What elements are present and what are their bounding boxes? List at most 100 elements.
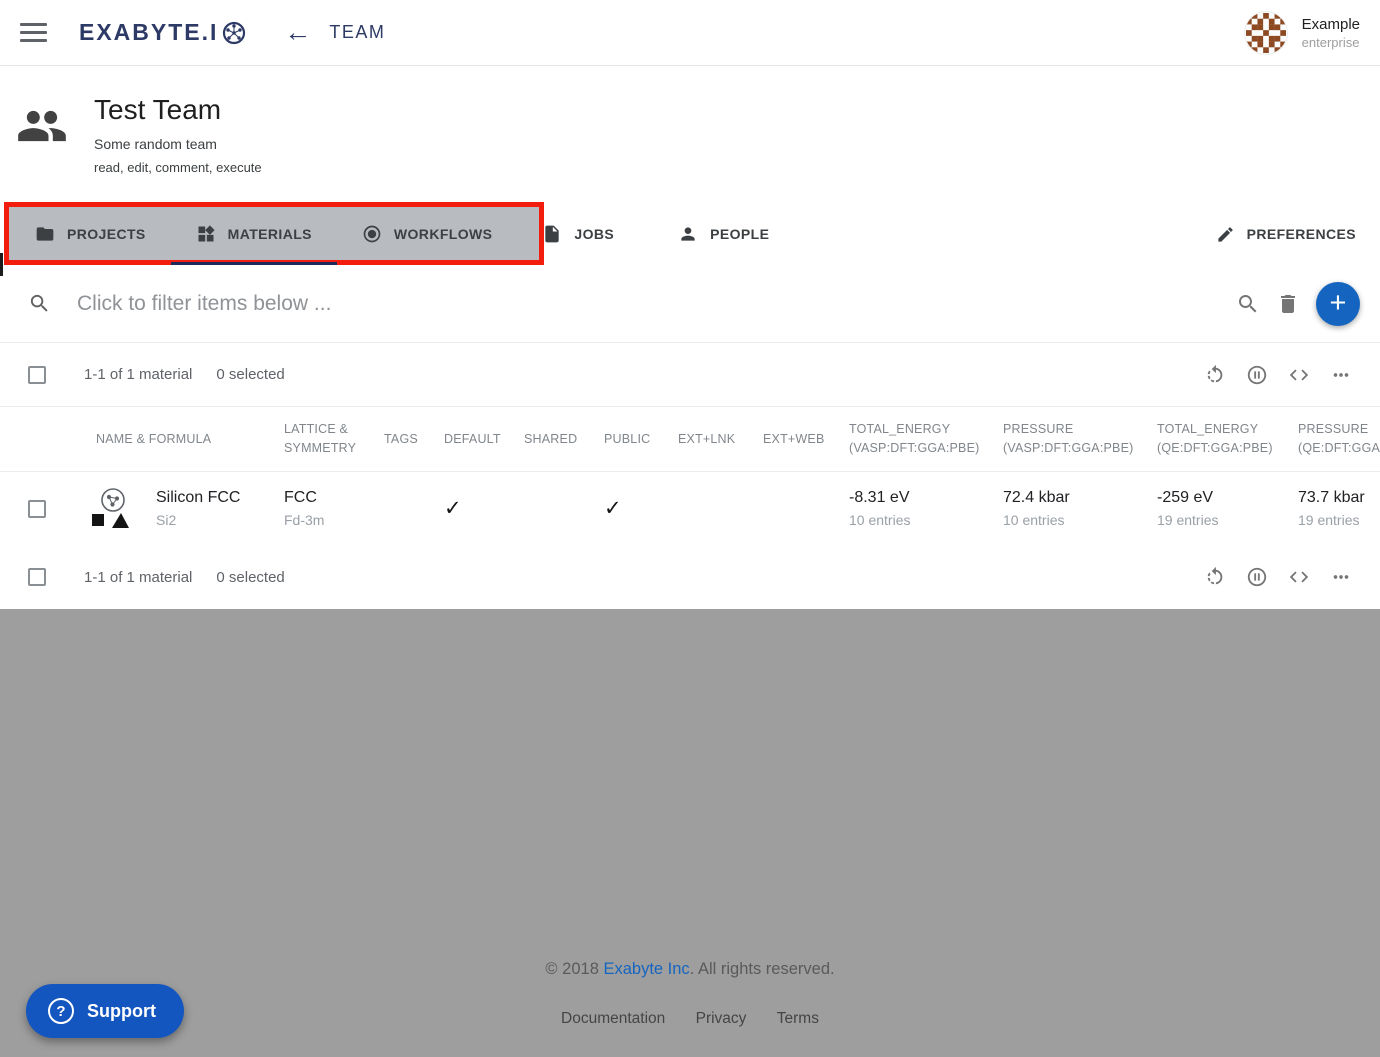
target-circle-icon <box>362 224 382 244</box>
account-name: Example <box>1302 16 1360 33</box>
value-text: 73.7 kbar <box>1298 489 1380 507</box>
team-permissions: read, edit, comment, execute <box>94 160 262 175</box>
footer-link-terms[interactable]: Terms <box>777 1010 819 1027</box>
footer-link-privacy[interactable]: Privacy <box>696 1010 747 1027</box>
tab-label: JOBS <box>574 226 614 242</box>
col-header-total-energy-vasp[interactable]: TOTAL_ENERGY (VASP:DFT:GGA:PBE) <box>833 420 987 458</box>
copyright-prefix: © 2018 <box>545 960 603 978</box>
footer-link-documentation[interactable]: Documentation <box>561 1010 665 1027</box>
folder-icon <box>35 224 55 244</box>
filter-input[interactable] <box>77 292 1236 316</box>
material-thumbnail-icon <box>88 487 132 531</box>
team-header: Test Team Some random team read, edit, c… <box>0 66 1380 203</box>
col-header-extweb[interactable]: EXT+WEB <box>747 430 833 449</box>
tab-people[interactable]: PEOPLE <box>653 203 794 265</box>
preferences-button[interactable]: PREFERENCES <box>1216 203 1356 265</box>
team-group-icon <box>16 100 68 203</box>
material-formula: Si2 <box>156 512 240 528</box>
more-options-icon[interactable] <box>1330 364 1352 386</box>
value-text: -8.31 eV <box>849 489 987 507</box>
entries-text: 10 entries <box>849 512 987 528</box>
select-all-checkbox[interactable] <box>28 568 46 586</box>
preferences-label: PREFERENCES <box>1247 226 1356 242</box>
pause-circle-icon[interactable] <box>1246 364 1268 386</box>
cell-pressure-qe: 73.7 kbar 19 entries <box>1282 489 1380 528</box>
material-symmetry: Fd-3m <box>284 512 368 528</box>
item-count: 1-1 of 1 material <box>84 366 192 383</box>
col-header-total-energy-qe[interactable]: TOTAL_ENERGY (QE:DFT:GGA:PBE) <box>1141 420 1282 458</box>
table-row[interactable]: Silicon FCC Si2 FCC Fd-3m ✓ ✓ ✓ -8.31 eV… <box>0 471 1380 545</box>
app-logo[interactable]: EXABYTE.I <box>79 19 246 46</box>
search-button-icon[interactable] <box>1236 292 1260 316</box>
col-header-lattice[interactable]: LATTICE & SYMMETRY <box>268 420 368 458</box>
back-arrow-icon[interactable]: ← <box>284 19 311 46</box>
list-toolbar-bottom: 1-1 of 1 material 0 selected <box>0 545 1380 609</box>
item-count: 1-1 of 1 material <box>84 569 192 586</box>
material-name[interactable]: Silicon FCC <box>156 489 240 507</box>
selected-count: 0 selected <box>216 569 284 586</box>
filter-bar: + <box>0 265 1380 343</box>
footer-links: Documentation Privacy Terms <box>0 1010 1380 1028</box>
logo-text: EXABYTE.I <box>79 19 218 46</box>
file-icon <box>542 224 562 244</box>
team-title: Test Team <box>94 94 262 126</box>
entries-text: 19 entries <box>1157 512 1282 528</box>
entries-text: 19 entries <box>1298 512 1380 528</box>
value-text: -259 eV <box>1157 489 1282 507</box>
list-toolbar-top: 1-1 of 1 material 0 selected <box>0 343 1380 407</box>
cell-public: ✓ <box>588 496 662 521</box>
row-checkbox[interactable] <box>28 500 46 518</box>
entries-text: 10 entries <box>1003 512 1141 528</box>
person-icon <box>678 224 698 244</box>
team-subtitle: Some random team <box>94 136 262 152</box>
logo-atom-o-icon <box>222 21 246 45</box>
col-header-name[interactable]: NAME & FORMULA <box>68 430 268 449</box>
account-menu[interactable]: Example enterprise <box>1244 11 1360 55</box>
avatar <box>1244 11 1288 55</box>
tab-workflows[interactable]: WORKFLOWS <box>337 203 517 265</box>
trash-icon[interactable] <box>1276 292 1300 316</box>
add-button[interactable]: + <box>1316 282 1360 326</box>
select-all-checkbox[interactable] <box>28 366 46 384</box>
cell-shared: ✓ <box>508 496 588 521</box>
code-icon[interactable] <box>1288 364 1310 386</box>
left-edge-artifact <box>0 253 3 276</box>
cell-default: ✓ <box>428 496 508 521</box>
plus-icon: + <box>1330 289 1347 318</box>
col-header-default[interactable]: DEFAULT <box>428 430 508 449</box>
footer-copyright: © 2018 Exabyte Inc. All rights reserved. <box>0 960 1380 979</box>
more-options-icon[interactable] <box>1330 566 1352 588</box>
col-header-public[interactable]: PUBLIC <box>588 430 662 449</box>
company-link[interactable]: Exabyte Inc <box>603 960 689 978</box>
tab-bar: PROJECTS MATERIALS WORKFLOWS JOBS PEOPLE <box>0 203 1380 265</box>
account-type: enterprise <box>1302 35 1360 50</box>
support-label: Support <box>87 1001 156 1022</box>
col-header-pressure-vasp[interactable]: PRESSURE (VASP:DFT:GGA:PBE) <box>987 420 1141 458</box>
tab-jobs[interactable]: JOBS <box>517 203 639 265</box>
help-icon: ? <box>48 998 74 1024</box>
avatar-identicon-icon <box>1246 13 1286 53</box>
tab-projects[interactable]: PROJECTS <box>10 203 171 265</box>
cell-pressure-vasp: 72.4 kbar 10 entries <box>987 489 1141 528</box>
col-header-tags[interactable]: TAGS <box>368 430 428 449</box>
col-header-extlnk[interactable]: EXT+LNK <box>662 430 747 449</box>
tab-label: MATERIALS <box>228 226 312 242</box>
cell-total-energy-vasp: -8.31 eV 10 entries <box>833 489 987 528</box>
support-button[interactable]: ? Support <box>26 984 184 1038</box>
pause-circle-icon[interactable] <box>1246 566 1268 588</box>
search-icon <box>28 292 51 315</box>
value-text: 72.4 kbar <box>1003 489 1141 507</box>
check-icon: ✓ <box>444 497 462 520</box>
tab-label: PEOPLE <box>710 226 769 242</box>
tab-materials[interactable]: MATERIALS <box>171 203 337 265</box>
code-icon[interactable] <box>1288 566 1310 588</box>
tab-label: PROJECTS <box>67 226 146 242</box>
widgets-icon <box>196 224 216 244</box>
page-section-title: TEAM <box>329 22 385 43</box>
selected-count: 0 selected <box>216 366 284 383</box>
undo-icon[interactable] <box>1204 566 1226 588</box>
menu-icon[interactable] <box>20 23 47 42</box>
col-header-pressure-qe[interactable]: PRESSURE (QE:DFT:GGA:PBE) <box>1282 420 1380 458</box>
undo-icon[interactable] <box>1204 364 1226 386</box>
col-header-shared[interactable]: SHARED <box>508 430 588 449</box>
